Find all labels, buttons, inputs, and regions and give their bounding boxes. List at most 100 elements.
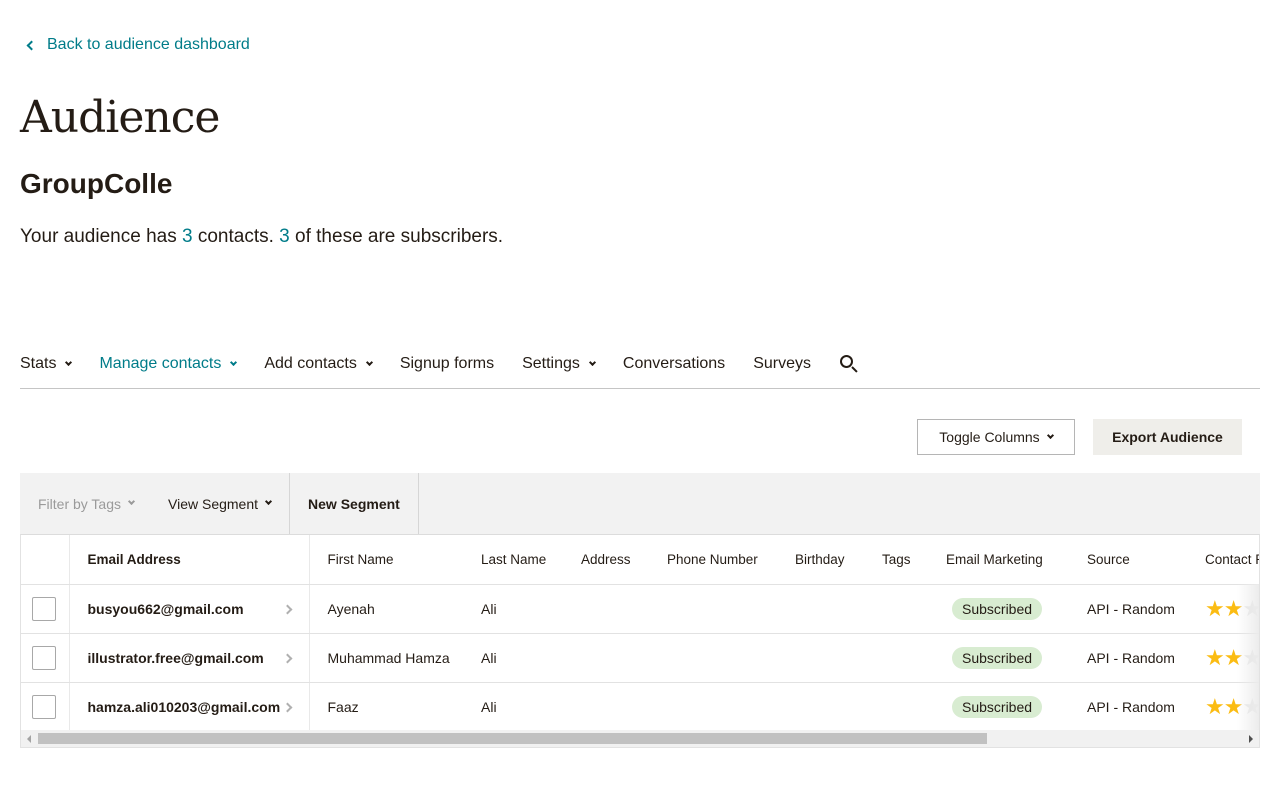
source-cell: API - Random [1069,633,1187,683]
view-segment-label: View Segment [168,495,259,512]
contacts-table: Email Address First Name Last Name Addre… [21,535,1260,732]
header-phone[interactable]: Phone Number [649,535,777,585]
chevron-down-icon [588,358,596,366]
star-icon: ★ [1223,595,1244,621]
contacts-table-container: Email Address First Name Last Name Addre… [20,534,1260,748]
nav-stats[interactable]: Stats [20,340,73,389]
search-handle [851,366,858,373]
status-badge: Subscribed [952,597,1043,620]
table-header-row: Email Address First Name Last Name Addre… [21,535,1259,585]
contact-rating-cell: ★★★★★ [1187,584,1260,634]
summary-prefix: Your audience has [20,226,182,247]
header-last-name[interactable]: Last Name [463,535,563,585]
toggle-columns-button[interactable]: Toggle Columns [917,419,1075,455]
rating-stars: ★★★★★ [1205,693,1260,719]
row-checkbox[interactable] [32,645,56,670]
export-audience-button[interactable]: Export Audience [1093,419,1242,455]
email-marketing-cell: Subscribed [928,584,1069,634]
chevron-down-icon [264,497,273,506]
segment-filter-bar: Filter by Tags View Segment New Segment [20,473,1260,534]
last-name-cell: Ali [463,682,563,732]
table-row[interactable]: illustrator.free@gmail.com Muhammad Hamza… [21,633,1259,683]
birthday-cell [777,584,864,634]
contacts-count-link[interactable]: 3 [182,226,193,247]
chevron-left-icon [26,40,37,50]
chevron-down-icon [230,358,238,366]
back-link-label: Back to audience dashboard [47,36,250,53]
rating-stars: ★★★★★ [1205,644,1259,670]
table-row[interactable]: busyou662@gmail.com Ayenah Ali Subscribed AP… [21,584,1260,634]
back-to-dashboard-link[interactable]: Back to audience dashboard [24,36,250,54]
star-icon: ★ [1242,693,1260,719]
tags-cell [864,584,928,634]
nav-manage-contacts[interactable]: Manage contacts [99,340,238,389]
table-row[interactable]: hamza.ali010203@gmail.com Faaz Ali Subscrib… [21,682,1260,732]
scroll-right-arrow-icon[interactable] [1249,735,1253,743]
filter-by-tags-label: Filter by Tags [38,495,121,512]
filter-by-tags-dropdown[interactable]: Filter by Tags [20,473,152,534]
email-cell[interactable]: busyou662@gmail.com [69,584,310,634]
email-text[interactable]: hamza.ali010203@gmail.com [88,699,281,715]
audience-nav: Stats Manage contacts Add contacts Signu… [20,340,1260,389]
phone-cell [649,682,777,732]
nav-label: Stats [20,355,57,372]
star-icon: ★ [1205,693,1225,719]
star-icon: ★ [1242,595,1260,621]
email-marketing-cell: Subscribed [928,633,1069,683]
header-first-name[interactable]: First Name [309,535,463,585]
summary-middle: contacts. [192,226,280,247]
address-cell [563,584,649,634]
page-title: Audience [20,92,220,143]
first-name-cell: Muhammad Hamza [309,633,463,683]
row-checkbox[interactable] [32,596,56,621]
contact-rating-cell: ★★★★★ [1187,682,1260,732]
header-email[interactable]: Email Address [69,535,310,585]
scrollbar-thumb[interactable] [38,733,987,744]
select-cell [21,682,70,732]
nav-add-contacts[interactable]: Add contacts [264,340,373,389]
star-icon: ★ [1223,693,1244,719]
nav-label: Surveys [753,355,811,372]
phone-cell [649,633,777,683]
header-contact-rating[interactable]: Contact Rating [1187,535,1259,585]
header-address[interactable]: Address [563,535,649,585]
header-email-marketing[interactable]: Email Marketing [928,535,1069,585]
subscribers-count-link[interactable]: 3 [279,226,290,247]
header-select [21,535,70,585]
search-icon[interactable] [839,354,859,374]
nav-conversations[interactable]: Conversations [623,340,725,389]
scroll-left-arrow-icon[interactable] [27,735,31,743]
email-text[interactable]: busyou662@gmail.com [88,601,244,617]
header-birthday[interactable]: Birthday [777,535,864,585]
header-tags[interactable]: Tags [864,535,928,585]
address-cell [563,682,649,732]
phone-cell [649,584,777,634]
email-cell[interactable]: hamza.ali010203@gmail.com [69,682,310,732]
horizontal-scrollbar[interactable] [21,730,1259,747]
audience-name: GroupColle [20,168,173,199]
chevron-down-icon [127,497,136,506]
audience-summary: Your audience has 3 contacts. 3 of these… [20,226,503,248]
toggle-columns-label: Toggle Columns [939,429,1040,445]
chevron-right-icon[interactable] [282,653,292,663]
star-icon: ★ [1205,644,1225,670]
new-segment-button[interactable]: New Segment [290,473,419,534]
status-badge: Subscribed [952,695,1043,718]
email-text[interactable]: illustrator.free@gmail.com [88,650,264,666]
nav-label: Settings [522,355,580,372]
email-cell[interactable]: illustrator.free@gmail.com [69,633,310,683]
header-source[interactable]: Source [1069,535,1187,585]
nav-label: Conversations [622,355,726,372]
chevron-right-icon[interactable] [282,604,292,614]
chevron-down-icon [1046,431,1054,439]
first-name-cell: Ayenah [309,584,463,634]
chevron-right-icon[interactable] [282,702,292,712]
nav-signup-forms[interactable]: Signup forms [400,340,494,389]
nav-surveys[interactable]: Surveys [753,340,811,389]
star-icon: ★ [1205,595,1225,621]
row-checkbox[interactable] [32,694,56,719]
view-segment-dropdown[interactable]: View Segment [152,473,291,534]
select-cell [21,633,70,683]
source-cell: API - Random [1069,584,1187,634]
nav-settings[interactable]: Settings [522,340,596,389]
